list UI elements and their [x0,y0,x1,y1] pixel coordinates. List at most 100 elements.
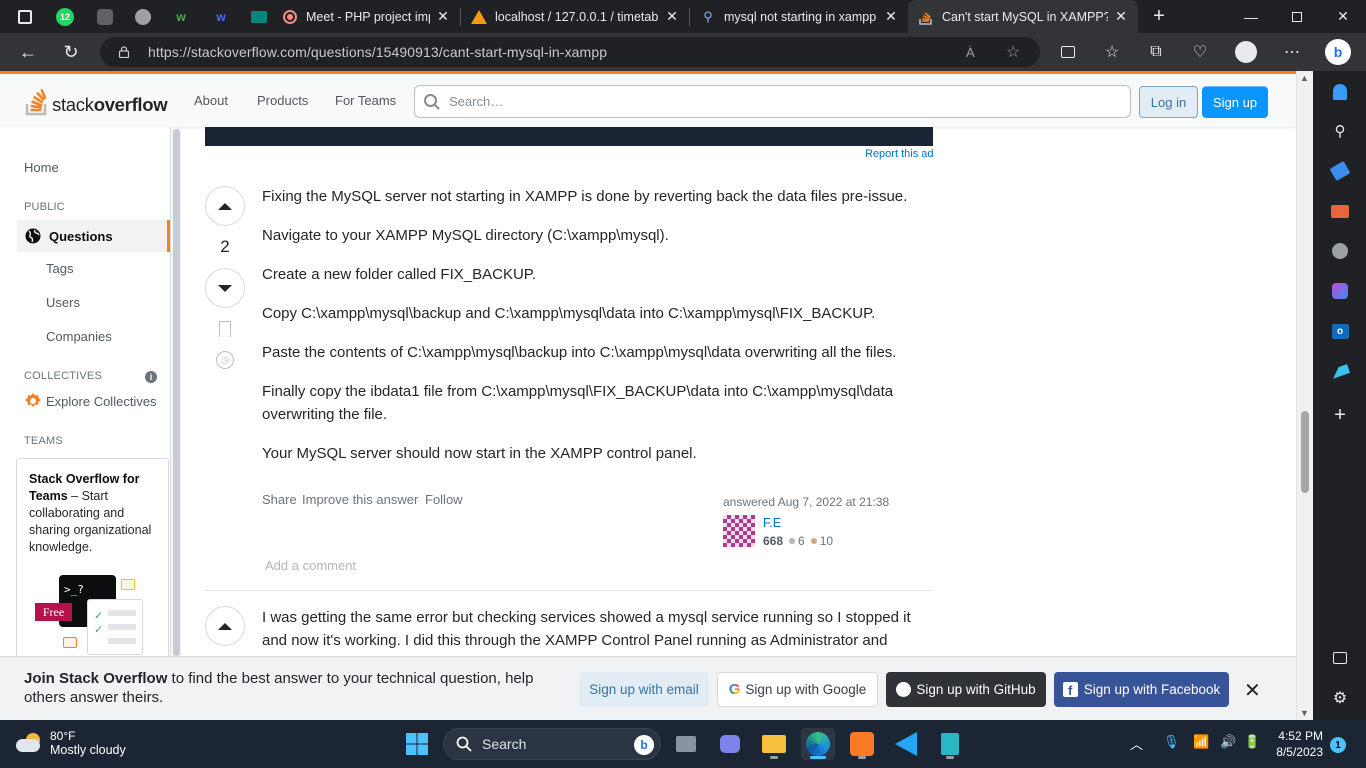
window-close-icon[interactable]: ✕ [1320,0,1366,33]
chevron-up-icon[interactable]: ︿ [1130,734,1143,753]
close-icon[interactable]: ✕ [1114,8,1128,25]
start-button[interactable] [400,728,434,760]
history-icon[interactable]: ◷ [216,351,234,369]
chatgpt-tab-icon[interactable] [92,0,118,33]
whatsapp-tab-icon[interactable]: 12 [52,0,78,33]
tab-stackoverflow[interactable]: Can't start MySQL in XAMPP? - ✕ [908,0,1138,33]
info-icon[interactable]: i [145,371,157,383]
teams-illustration: >_? ✓ ✓ Free [35,573,157,663]
ad-banner[interactable] [205,127,933,146]
github-tab-icon[interactable] [130,0,156,33]
restore-icon[interactable] [1274,0,1320,33]
sidebar-scrollbar[interactable] [172,127,181,656]
tools-icon[interactable] [1329,200,1351,222]
avatar[interactable] [723,515,755,547]
volume-icon[interactable]: 🔊 [1220,734,1236,750]
signup-button[interactable]: Sign up [1202,86,1268,118]
notification-badge[interactable]: 1 [1330,737,1346,753]
shopping-tag-icon[interactable] [1329,160,1351,182]
search-input[interactable] [449,94,1099,109]
close-icon[interactable]: ✕ [665,8,679,25]
tab-meet[interactable]: Meet - PHP project implementation ✕ [272,0,460,33]
share-link[interactable]: Share [262,492,297,507]
page-scrollbar[interactable]: ▲ ▼ [1296,71,1313,720]
user-name-link[interactable]: F.E [763,516,781,530]
follow-link[interactable]: Follow [425,492,463,507]
clock-date: 8/5/2023 [1276,745,1323,759]
refresh-icon[interactable]: ↻ [53,36,89,68]
google-meet-tab-icon[interactable] [246,0,272,33]
outlook-icon[interactable]: o [1329,320,1351,342]
sidebar-item-home[interactable]: Home [24,160,59,175]
add-comment-link[interactable]: Add a comment [265,558,356,573]
scrollbar-thumb[interactable] [1301,411,1309,493]
improve-answer-link[interactable]: Improve this answer [302,492,418,507]
split-screen-icon[interactable] [1050,33,1086,71]
sidebar-item-users[interactable]: Users [46,295,80,310]
minimize-icon[interactable]: — [1228,0,1274,33]
weather-widget[interactable]: 80°F Mostly cloudy [16,729,126,757]
close-icon[interactable]: ✕ [884,8,898,25]
signup-email-button[interactable]: Sign up with email [579,672,709,707]
profile-avatar[interactable] [1228,33,1264,71]
favorite-star-icon[interactable]: ☆ [1006,42,1020,62]
downvote-button[interactable] [205,268,245,308]
read-aloud-icon[interactable]: À [966,45,975,60]
task-view-app[interactable] [669,728,703,760]
answered-timestamp[interactable]: answered Aug 7, 2022 at 21:38 [723,495,889,509]
url-field[interactable]: https://stackoverflow.com/questions/1549… [100,37,1040,67]
close-icon[interactable]: ✕ [436,8,450,25]
battery-icon[interactable]: 🔋 [1244,734,1260,750]
drop-icon[interactable] [1329,360,1351,382]
webflow-tab-icon[interactable]: w [208,0,234,33]
answer-paragraph: Create a new folder called FIX_BACKUP. [262,266,537,283]
settings-gear-icon[interactable]: ⚙ [1329,687,1351,709]
more-icon[interactable]: ⋯ [1274,33,1310,71]
signup-google-button[interactable]: G Sign up with Google [717,672,878,707]
new-tab-icon[interactable]: + [1146,0,1172,33]
performance-icon[interactable]: ♡ [1182,33,1218,71]
edge-browser-app[interactable] [801,728,835,760]
tab-phpmyadmin[interactable]: localhost / 127.0.0.1 / timetable ✕ [461,0,689,33]
stackoverflow-logo[interactable]: stack overflow [24,84,168,116]
w3schools-tab-icon[interactable]: w [168,0,194,33]
bing-copilot-icon[interactable]: b [1320,33,1356,71]
add-icon[interactable]: + [1329,404,1351,426]
file-explorer-app[interactable] [757,728,791,760]
signup-facebook-button[interactable]: f Sign up with Facebook [1054,672,1229,707]
notepad-app[interactable] [933,728,967,760]
sidebar-item-questions[interactable]: Questions [17,220,170,252]
nav-products[interactable]: Products [257,93,308,108]
login-button[interactable]: Log in [1139,86,1198,118]
microsoft365-icon[interactable] [1329,280,1351,302]
notifications-icon[interactable] [1329,81,1351,103]
sidebar-item-tags[interactable]: Tags [46,261,73,276]
tab-actions-icon[interactable] [12,0,38,33]
taskbar-search[interactable]: Search b [443,728,661,760]
signup-github-button[interactable]: Sign up with GitHub [886,672,1046,707]
bronze-count: 10 [819,534,834,548]
hide-sidebar-icon[interactable] [1329,647,1351,669]
nav-about[interactable]: About [194,93,228,108]
favorites-icon[interactable]: ☆ [1094,33,1130,71]
upvote-button[interactable] [205,186,245,226]
back-icon[interactable]: ← [10,36,46,68]
microphone-icon[interactable]: 🎙 [1163,734,1180,750]
upvote-button[interactable] [205,606,245,646]
close-icon[interactable]: ✕ [1244,678,1261,703]
nav-for-teams[interactable]: For Teams [335,93,396,108]
vscode-app[interactable] [889,728,923,760]
report-ad-link[interactable]: Report this ad [865,148,933,160]
silver-count: 6 [798,534,805,548]
xampp-app[interactable] [845,728,879,760]
games-icon[interactable] [1329,240,1351,262]
teams-chat-app[interactable] [713,728,747,760]
tab-bing-search[interactable]: ⚲ mysql not starting in xampp , a ✕ [690,0,908,33]
collections-icon[interactable]: ⧉ [1138,33,1174,71]
wifi-icon[interactable]: 📶 [1193,734,1209,750]
clock[interactable]: 4:52 PM 8/5/2023 [1271,728,1323,760]
sidebar-item-explore-collectives[interactable]: Explore Collectives [24,392,157,410]
bookmark-icon[interactable] [219,321,231,337]
search-icon[interactable]: ⚲ [1329,120,1351,142]
sidebar-item-companies[interactable]: Companies [46,329,112,344]
